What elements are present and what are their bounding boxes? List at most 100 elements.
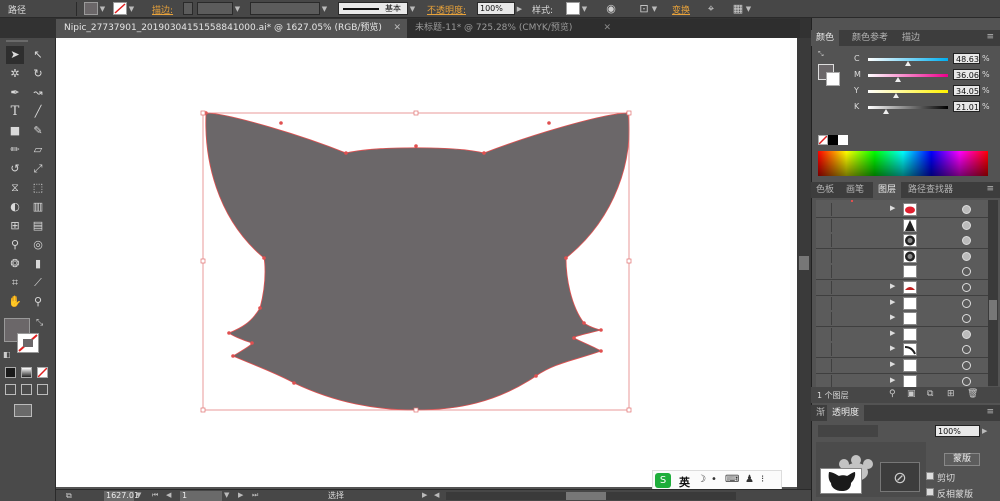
screen-mode-icon[interactable] bbox=[14, 404, 32, 417]
stroke-weight-stepper[interactable] bbox=[183, 2, 193, 15]
visibility-toggle[interactable] bbox=[818, 234, 832, 248]
gradient-icon[interactable]: ▤ bbox=[29, 217, 47, 235]
page-field[interactable]: 1 bbox=[180, 491, 222, 501]
expand-arrow-icon[interactable]: ▶ bbox=[890, 344, 895, 352]
chevron-right-icon[interactable]: ▶ bbox=[982, 427, 987, 435]
layer-row[interactable]: ▶ bbox=[816, 311, 988, 328]
visibility-toggle[interactable] bbox=[818, 359, 832, 372]
expand-arrow-icon[interactable]: ▶ bbox=[890, 329, 895, 337]
pen-icon[interactable]: ✒ bbox=[6, 84, 24, 102]
close-icon[interactable]: ✕ bbox=[393, 19, 401, 38]
slider-value-y[interactable]: 34.05 bbox=[953, 85, 980, 96]
punctuation-icon[interactable]: • bbox=[711, 474, 717, 485]
rectangle-icon[interactable]: ■ bbox=[6, 122, 24, 140]
make-mask-button[interactable]: 蒙版 bbox=[944, 453, 980, 466]
draw-normal-icon[interactable] bbox=[5, 384, 16, 395]
menu-icon[interactable]: ⁝ bbox=[761, 474, 764, 485]
width-icon[interactable]: ⧖ bbox=[6, 179, 24, 197]
target-circle-icon[interactable] bbox=[962, 283, 971, 292]
color-spectrum[interactable] bbox=[818, 151, 988, 176]
chevron-right-icon[interactable]: ▶ bbox=[422, 491, 427, 499]
chevron-down-icon[interactable]: ▼ bbox=[224, 491, 229, 499]
visibility-toggle[interactable] bbox=[818, 374, 832, 388]
visibility-toggle[interactable] bbox=[818, 249, 832, 263]
chevron-down-icon[interactable]: ▼ bbox=[581, 4, 588, 14]
perspective-grid-icon[interactable]: ▥ bbox=[29, 198, 47, 216]
variable-width-profile[interactable] bbox=[250, 2, 320, 15]
scroll-thumb[interactable] bbox=[989, 300, 997, 320]
vertical-scrollbar[interactable] bbox=[797, 38, 811, 489]
line-icon[interactable]: ╱ bbox=[29, 103, 47, 121]
stroke-color-swatch[interactable] bbox=[826, 72, 840, 86]
slice-icon[interactable]: ⟋ bbox=[29, 274, 47, 292]
skin-icon[interactable]: ♟ bbox=[745, 474, 754, 485]
white-swatch[interactable] bbox=[838, 135, 848, 145]
chevron-down-icon[interactable]: ▼ bbox=[409, 4, 416, 14]
opacity-field[interactable]: 100% bbox=[477, 2, 515, 15]
zoom-icon[interactable]: ⚲ bbox=[29, 293, 47, 311]
shape-builder-icon[interactable]: ◐ bbox=[6, 198, 24, 216]
slider-value-c[interactable]: 48.63 bbox=[953, 53, 980, 64]
layer-row[interactable]: ▶ bbox=[816, 280, 988, 296]
mask-preview-icon[interactable]: ⊘ bbox=[880, 462, 920, 492]
artboard-nav-icon[interactable]: ⧉ bbox=[66, 491, 80, 501]
first-page-icon[interactable]: ⏮ bbox=[152, 491, 158, 500]
target-circle-icon[interactable] bbox=[962, 329, 971, 339]
new-layer-icon[interactable]: ⊞ bbox=[947, 389, 955, 399]
cat-head-artwork[interactable] bbox=[56, 38, 797, 487]
hand-icon[interactable]: ✋ bbox=[6, 293, 24, 311]
chevron-right-icon[interactable]: ▶ bbox=[516, 4, 523, 14]
arrange-icon[interactable]: ▦ bbox=[731, 2, 745, 16]
visibility-toggle[interactable] bbox=[818, 203, 832, 216]
layer-row[interactable]: ▶ bbox=[816, 326, 988, 343]
tab-pathfinder[interactable]: 路径查找器 bbox=[903, 182, 958, 198]
expand-arrow-icon[interactable]: ▶ bbox=[890, 204, 895, 212]
paintbrush-icon[interactable]: ✎ bbox=[29, 122, 47, 140]
layers-scrollbar[interactable] bbox=[988, 200, 998, 386]
color-mode-icon[interactable] bbox=[5, 367, 16, 378]
scroll-thumb[interactable] bbox=[566, 492, 606, 500]
chevron-down-icon[interactable]: ▼ bbox=[651, 4, 658, 14]
visibility-toggle[interactable] bbox=[818, 327, 832, 341]
target-circle-icon[interactable] bbox=[962, 361, 971, 370]
layer-row[interactable]: ▶ bbox=[816, 342, 988, 359]
scroll-thumb[interactable] bbox=[799, 256, 809, 270]
gradient-mode-icon[interactable] bbox=[21, 367, 32, 378]
tab-swatches[interactable]: 色板 bbox=[811, 182, 839, 198]
layer-row[interactable]: ▶ bbox=[816, 358, 988, 374]
layer-row[interactable] bbox=[816, 264, 988, 281]
moon-icon[interactable]: ☽ bbox=[697, 474, 706, 485]
target-circle-icon[interactable] bbox=[962, 220, 971, 230]
horizontal-scrollbar[interactable] bbox=[446, 492, 736, 500]
layer-row[interactable] bbox=[816, 248, 988, 265]
opacity-label[interactable]: 不透明度: bbox=[427, 3, 466, 16]
visibility-toggle[interactable] bbox=[818, 281, 832, 294]
target-circle-icon[interactable] bbox=[962, 236, 971, 246]
black-swatch[interactable] bbox=[828, 135, 838, 145]
scale-icon[interactable]: ⤢ bbox=[29, 160, 47, 178]
target-circle-icon[interactable] bbox=[962, 298, 971, 308]
cat-head-shape[interactable] bbox=[205, 112, 630, 411]
expand-arrow-icon[interactable]: ▶ bbox=[890, 282, 895, 290]
slider-value-m[interactable]: 36.06 bbox=[953, 69, 980, 80]
expand-arrow-icon[interactable]: ▶ bbox=[890, 313, 895, 321]
brush-definition[interactable]: 基本 bbox=[338, 2, 408, 15]
target-circle-icon[interactable] bbox=[962, 267, 971, 277]
visibility-toggle[interactable] bbox=[818, 218, 832, 232]
blend-mode-select[interactable] bbox=[818, 425, 878, 437]
rotate-icon[interactable]: ↺ bbox=[6, 160, 24, 178]
invert-mask-checkbox[interactable] bbox=[926, 488, 934, 496]
tab-layers[interactable]: 图层 bbox=[873, 182, 902, 198]
slider-thumb-m[interactable] bbox=[894, 77, 901, 82]
tab-color[interactable]: 颜色 bbox=[811, 30, 840, 46]
free-transform-icon[interactable]: ⬚ bbox=[29, 179, 47, 197]
draw-behind-icon[interactable] bbox=[21, 384, 32, 395]
artboard[interactable] bbox=[56, 38, 797, 487]
chevron-down-icon[interactable]: ▼ bbox=[745, 4, 752, 14]
keyboard-icon[interactable]: ⌨ bbox=[725, 474, 739, 485]
eyedropper-icon[interactable]: ⚲ bbox=[6, 236, 24, 254]
selection-icon[interactable]: ➤ bbox=[6, 46, 24, 64]
chevron-down-icon[interactable]: ▼ bbox=[136, 491, 141, 499]
expand-arrow-icon[interactable]: ▶ bbox=[890, 298, 895, 306]
tab-brushes[interactable]: 画笔 bbox=[841, 182, 869, 198]
